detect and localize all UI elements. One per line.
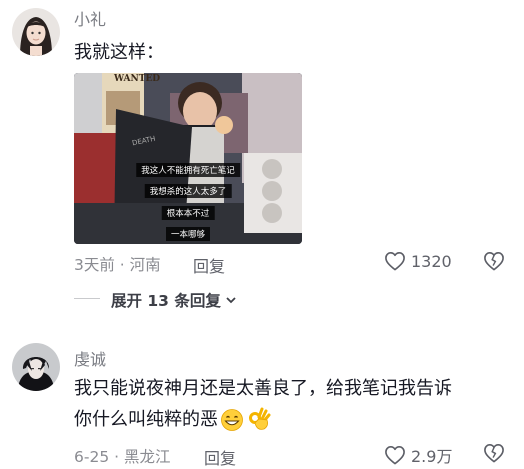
comment-time: 6-25 bbox=[74, 448, 110, 466]
comment-location: 河南 bbox=[129, 256, 161, 274]
heart-icon bbox=[384, 445, 406, 465]
comment-time: 3天前 bbox=[74, 256, 115, 274]
comment-location: 黑龙江 bbox=[123, 448, 171, 466]
dislike-button[interactable] bbox=[483, 251, 505, 275]
comment-text: 我就这样： bbox=[74, 42, 164, 63]
comment-image[interactable]: WANTED DEATH 我这人不能拥有死亡笔记 我想杀的这人太多了 根本本不过… bbox=[74, 73, 302, 244]
dislike-button[interactable] bbox=[483, 443, 505, 467]
comment-meta: 6-25 · 黑龙江 bbox=[74, 445, 170, 467]
comment-username[interactable]: 小礼 bbox=[74, 6, 106, 30]
chevron-down-icon bbox=[225, 294, 237, 306]
ok-hand-icon bbox=[247, 407, 271, 433]
reply-button[interactable]: 回复 bbox=[193, 253, 225, 277]
video-subtitle: 一本哪够 bbox=[165, 227, 211, 241]
meta-separator: · bbox=[114, 256, 130, 274]
expand-replies-button[interactable]: 展开 13 条回复 bbox=[111, 289, 237, 311]
reply-button[interactable]: 回复 bbox=[204, 445, 236, 469]
comment-meta: 3天前 · 河南 bbox=[74, 253, 161, 275]
avatar[interactable] bbox=[12, 343, 60, 391]
comment-text-line2: 你什么叫纯粹的恶 bbox=[74, 409, 218, 430]
comment-username[interactable]: 虔诚 bbox=[74, 346, 106, 370]
meta-separator: · bbox=[109, 448, 124, 466]
like-button[interactable]: 2.9万 bbox=[384, 443, 452, 467]
avatar[interactable] bbox=[12, 8, 60, 56]
broken-heart-icon bbox=[483, 443, 505, 463]
video-subtitle: 我这人不能拥有死亡笔记 bbox=[136, 163, 240, 177]
heart-icon bbox=[384, 251, 406, 271]
expand-replies-divider bbox=[74, 298, 100, 299]
wanted-poster-text: WANTED bbox=[114, 74, 161, 84]
video-subtitle: 根本本不过 bbox=[161, 206, 215, 220]
grinning-face-icon bbox=[220, 408, 244, 432]
comment-text-line: 你什么叫纯粹的恶 bbox=[74, 404, 514, 435]
comment-text: 我只能说夜神月还是太善良了，给我笔记我告诉 你什么叫纯粹的恶 bbox=[74, 373, 514, 435]
like-count: 2.9万 bbox=[411, 447, 453, 466]
video-subtitle: 我想杀的这人太多了 bbox=[144, 184, 232, 198]
like-button[interactable]: 1320 bbox=[384, 251, 452, 271]
broken-heart-icon bbox=[483, 251, 505, 271]
comment-text-line: 我只能说夜神月还是太善良了，给我笔记我告诉 bbox=[74, 378, 452, 399]
expand-replies-label: 展开 13 条回复 bbox=[111, 292, 221, 310]
like-count: 1320 bbox=[411, 251, 452, 271]
